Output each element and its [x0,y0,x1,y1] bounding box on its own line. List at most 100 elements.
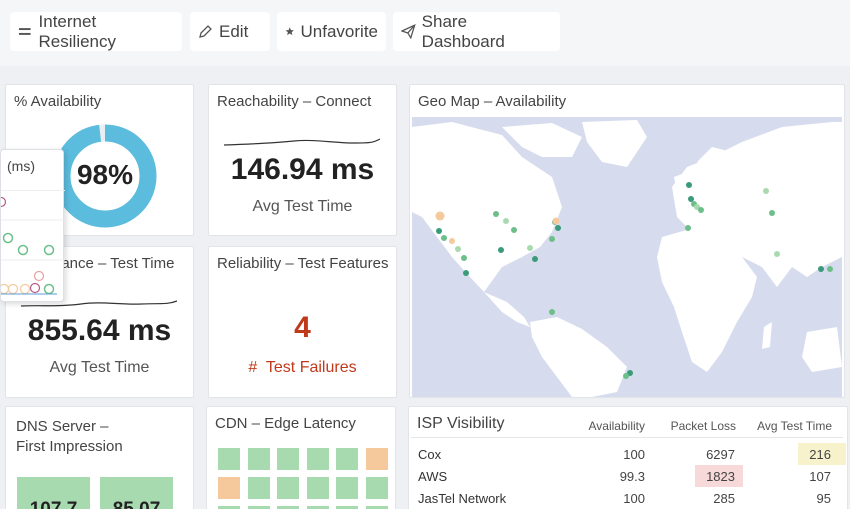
map-marker[interactable] [436,228,442,234]
dashboard-title-button[interactable]: Internet Resiliency [10,12,182,51]
isp-avg: 216 [809,447,831,462]
star-icon [285,27,294,36]
isp-availability: 100 [623,447,645,462]
map-marker[interactable] [498,247,504,253]
dns-title-line2: First Impression [16,438,123,455]
pencil-icon [199,25,212,38]
failure-caption-text: Test Failures [265,359,357,376]
map-marker[interactable] [685,225,691,231]
map-marker[interactable] [511,227,517,233]
isp-visibility-card[interactable]: ISP Visibility Availability Packet Loss … [408,406,848,509]
isp-availability: 100 [623,491,645,506]
map-marker[interactable] [461,255,467,261]
cdn-tile[interactable] [218,448,240,470]
menu-icon [18,28,31,35]
table-row[interactable]: JasTel Network 100 285 95 [409,487,847,509]
chart-tooltip-popup[interactable]: (ms) [0,149,65,302]
table-row[interactable]: AWS 99.3 1823 107 [409,465,847,487]
share-dashboard-button[interactable]: Share Dashboard [393,12,560,51]
table-row[interactable]: Cox 100 6297 216 [409,443,847,465]
map-marker[interactable] [435,211,445,221]
map-marker[interactable] [552,217,560,225]
map-marker[interactable] [769,210,775,216]
col-packet-loss-header[interactable]: Packet Loss [654,419,736,433]
map-marker[interactable] [763,188,769,194]
map-marker[interactable] [818,266,824,272]
unfavorite-button[interactable]: Unfavorite [277,12,386,51]
map-marker[interactable] [698,207,704,213]
reachability-card[interactable]: Reachability – Connect 146.94 ms Avg Tes… [208,84,397,236]
reachability-sparkline [224,138,381,146]
reachability-title: Reachability – Connect [217,93,372,110]
isp-availability: 99.3 [619,469,645,484]
map-marker[interactable] [623,373,629,379]
cdn-tile[interactable] [306,448,329,470]
popup-scatter [1,190,65,295]
dashboard-title-label: Internet Resiliency [38,11,117,51]
map-marker[interactable] [688,196,694,202]
dns-tile-1[interactable]: 107.7 [17,477,90,509]
cdn-tile[interactable] [365,477,388,499]
isp-title: ISP Visibility [417,415,505,432]
isp-packet-loss: 1823 [706,469,735,484]
map-marker[interactable] [441,235,447,241]
isp-name: Cox [418,447,442,462]
cdn-tile[interactable] [218,477,240,499]
failure-count: 4 [294,311,311,344]
map-marker[interactable] [527,245,533,251]
cdn-tile[interactable] [247,448,270,470]
dns-value-1: 107.7 [17,499,90,509]
dashboard-toolbar: Internet Resiliency Edit Unfavorite Shar… [0,0,850,66]
reachability-value: 146.94 ms [230,153,375,186]
map-marker[interactable] [549,236,555,242]
geo-map-title: Geo Map – Availability [418,93,567,110]
reliability-card[interactable]: Reliability – Test Features 4 # Test Fai… [208,246,397,398]
map-marker[interactable] [503,218,509,224]
isp-avg: 107 [809,469,831,484]
dns-value-2: 85.07 [100,499,173,509]
map-marker[interactable] [827,266,833,272]
map-marker[interactable] [463,270,469,276]
map-marker[interactable] [555,225,561,231]
availability-value: 98% [76,159,134,190]
edit-button[interactable]: Edit [190,12,270,51]
cdn-tile[interactable] [306,477,329,499]
col-avg-test-time-header[interactable]: Avg Test Time [739,419,832,433]
performance-caption: Avg Test Time [49,359,150,376]
dns-tile-2[interactable]: 85.07 [100,477,173,509]
cdn-title: CDN – Edge Latency [215,415,356,432]
performance-value: 855.64 ms [27,314,172,347]
failure-caption: # Test Failures [209,359,396,377]
map-marker[interactable] [686,182,692,188]
availability-title: % Availability [14,93,102,110]
dns-title-line1: DNS Server – [16,418,109,435]
map-marker[interactable] [774,251,780,257]
map-marker[interactable] [549,309,555,315]
cdn-tile[interactable] [247,477,270,499]
map-marker[interactable] [493,211,499,217]
edit-label: Edit [219,21,249,41]
dns-server-card[interactable]: DNS Server – First Impression 107.7 85.0… [5,406,194,509]
col-availability-header[interactable]: Availability [583,419,645,433]
geo-map-card[interactable]: Geo Map – Availability [409,84,845,398]
isp-name: JasTel Network [418,491,507,506]
isp-name: AWS [418,469,448,484]
map-marker[interactable] [532,256,538,262]
dns-title: DNS Server – First Impression [16,417,123,457]
reliability-title: Reliability – Test Features [217,255,389,272]
map-marker[interactable] [449,238,455,244]
isp-packet-loss: 6297 [706,447,735,462]
cdn-tile[interactable] [336,477,358,499]
cdn-tile[interactable] [336,448,358,470]
isp-packet-loss: 285 [713,491,735,506]
cdn-tile[interactable] [365,448,388,470]
world-map[interactable] [412,117,842,397]
isp-avg: 95 [816,491,831,506]
cdn-tile[interactable] [277,448,299,470]
cdn-tile[interactable] [277,477,299,499]
map-marker[interactable] [455,246,461,252]
cdn-card[interactable]: CDN – Edge Latency [206,406,396,509]
popup-unit-label: (ms) [7,158,35,174]
unfavorite-label: Unfavorite [300,21,378,41]
reachability-caption: Avg Test Time [252,198,353,215]
